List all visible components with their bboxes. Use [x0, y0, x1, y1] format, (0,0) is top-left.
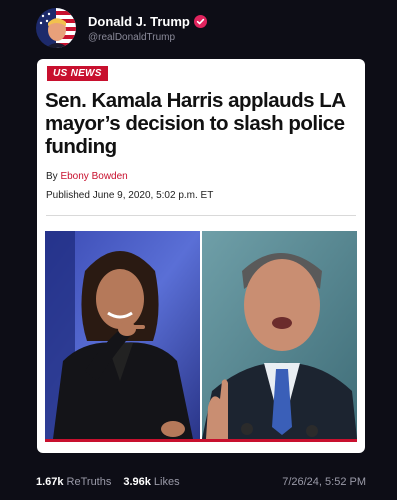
verified-badge-icon: [193, 14, 207, 28]
woman-pointing-image: [45, 231, 200, 439]
post-timestamp[interactable]: 7/26/24, 5:52 PM: [282, 476, 366, 488]
retruths-stat[interactable]: 1.67k ReTruths: [36, 476, 111, 488]
likes-label: Likes: [153, 476, 180, 488]
avatar-image: [36, 8, 76, 48]
byline-prefix: By: [46, 171, 58, 182]
truth-post: Donald J. Trump @realDonaldTrump US NEWS…: [0, 0, 397, 500]
card-accent-bar: [45, 439, 357, 442]
article-photos: [45, 231, 357, 443]
retruths-label: ReTruths: [66, 476, 112, 488]
article-photo-left[interactable]: [45, 231, 200, 439]
article-published-date: Published June 9, 2020, 5:02 p.m. ET: [46, 190, 214, 201]
likes-stat[interactable]: 3.96k Likes: [123, 476, 179, 488]
article-headline[interactable]: Sen. Kamala Harris applauds LA mayor’s d…: [45, 89, 355, 158]
display-name[interactable]: Donald J. Trump: [88, 14, 190, 29]
article-card[interactable]: US NEWS Sen. Kamala Harris applauds LA m…: [37, 59, 365, 453]
avatar[interactable]: [36, 8, 76, 48]
article-author-link[interactable]: Ebony Bowden: [60, 171, 127, 182]
source-badge: US NEWS: [47, 66, 108, 81]
card-divider: [46, 215, 356, 216]
retruths-count: 1.67k: [36, 476, 64, 488]
author-names: Donald J. Trump @realDonaldTrump: [88, 14, 207, 43]
man-speaking-image: [202, 231, 357, 439]
article-photo-right[interactable]: [202, 231, 357, 439]
name-row: Donald J. Trump: [88, 14, 207, 29]
post-header: Donald J. Trump @realDonaldTrump: [36, 6, 207, 50]
post-stats: 1.67k ReTruths 3.96k Likes 7/26/24, 5:52 P…: [36, 476, 366, 488]
user-handle[interactable]: @realDonaldTrump: [88, 32, 207, 43]
likes-count: 3.96k: [123, 476, 151, 488]
article-byline: By Ebony Bowden: [46, 171, 128, 182]
